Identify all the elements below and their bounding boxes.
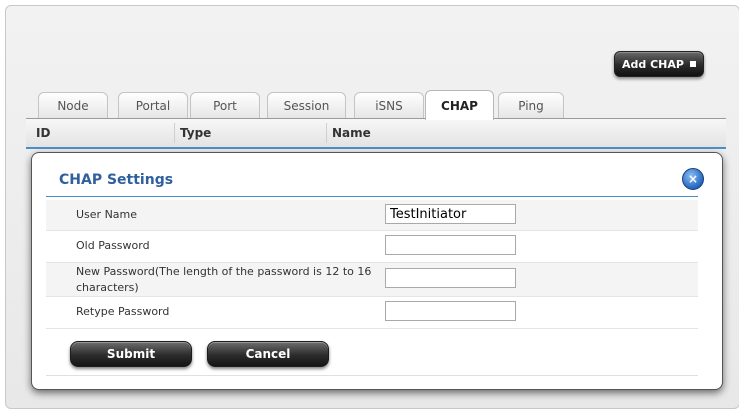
retype-password-input[interactable] [385,301,516,321]
retype-password-label: Retype Password [76,305,170,318]
new-password-label: New Password(The length of the password … [76,265,372,294]
form-row-new-password: New Password(The length of the password … [46,263,698,297]
dialog-title: CHAP Settings [59,172,174,188]
tab-label: iSNS [375,98,403,113]
dialog-footer-divider [46,375,698,376]
tab-node[interactable]: Node [38,92,108,118]
tab-label: Portal [135,98,171,113]
tab-label: Port [213,98,237,113]
old-password-label: Old Password [76,239,150,252]
cancel-label: Cancel [245,347,291,361]
tab-session[interactable]: Session [267,92,346,118]
form-row-retype-password: Retype Password [46,297,698,329]
column-separator [326,123,327,143]
tab-label: CHAP [441,98,478,113]
add-icon [689,61,696,67]
title-divider [46,196,698,197]
column-header-name[interactable]: Name [332,126,371,140]
submit-button[interactable]: Submit [70,341,192,367]
column-header-id[interactable]: ID [36,126,50,140]
tab-chap[interactable]: CHAP [425,90,494,120]
chap-settings-dialog: CHAP Settings × User Name Old Password N… [31,152,723,390]
tab-isns[interactable]: iSNS [354,92,424,118]
column-header-type[interactable]: Type [180,126,211,140]
form-row-user-name: User Name [46,200,698,231]
tab-label: Ping [518,98,544,113]
close-icon[interactable]: × [682,168,704,190]
add-chap-button[interactable]: Add CHAP [614,51,704,77]
tab-portal[interactable]: Portal [118,92,188,118]
form-row-old-password: Old Password [46,231,698,263]
user-name-input[interactable] [385,204,516,224]
new-password-input[interactable] [385,268,516,288]
tab-label: Node [57,98,89,113]
add-chap-label: Add CHAP [622,57,684,71]
cancel-button[interactable]: Cancel [207,341,329,367]
grid-header: ID Type Name [26,119,726,149]
tab-port[interactable]: Port [190,92,260,118]
user-name-label: User Name [76,208,138,221]
tab-label: Session [283,98,330,113]
tab-ping[interactable]: Ping [498,92,564,118]
submit-label: Submit [106,347,156,361]
old-password-input[interactable] [385,235,516,255]
column-separator [174,123,175,143]
